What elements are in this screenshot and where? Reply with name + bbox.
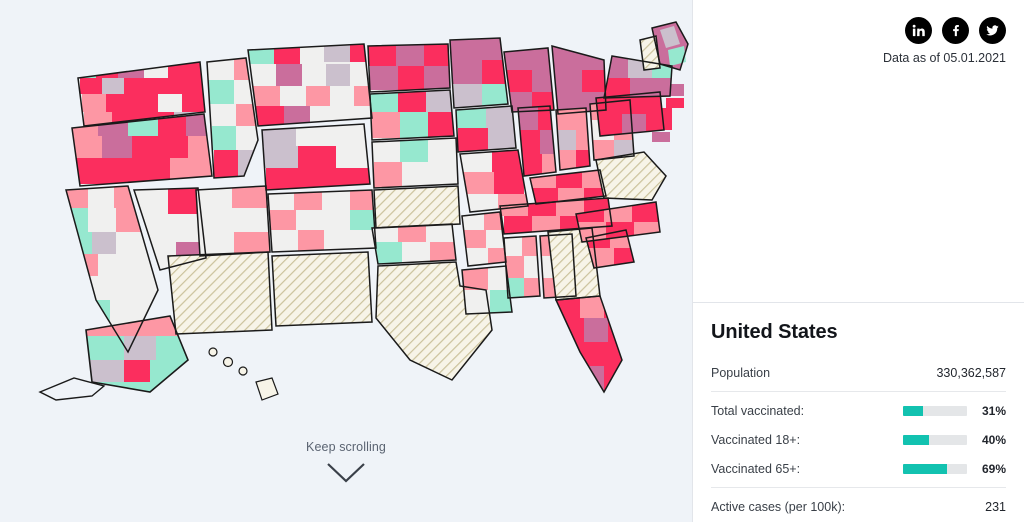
keep-scrolling-cue[interactable]: Keep scrolling [0, 440, 692, 486]
stat-row-total-vaccinated: Total vaccinated: 31% [711, 396, 1006, 425]
state-iowa[interactable] [454, 104, 518, 154]
vaccinated-65plus-percent: 69% [981, 461, 1006, 476]
state-wyoming[interactable] [260, 122, 374, 192]
linkedin-icon[interactable] [905, 17, 932, 44]
map-svg[interactable] [0, 0, 692, 430]
vaccinated-18plus-bar-track [903, 434, 967, 445]
covid-vaccination-map-app: Keep scrolling Data as of 05.01.2021 Uni… [0, 0, 1024, 522]
vaccinated-18plus-percent: 40% [981, 432, 1006, 447]
vaccinated-65plus-bar-fill [903, 463, 948, 474]
total-vaccinated-bar-track [903, 405, 967, 416]
stats-section: United States Population 330,362,587 Tot… [693, 303, 1024, 522]
vaccinated-65plus-bar-track [903, 463, 967, 474]
stat-row-population: Population 330,362,587 [711, 358, 1006, 387]
stats-divider-1 [711, 391, 1006, 392]
state-north-dakota[interactable] [366, 42, 452, 94]
state-new-mexico-no-data[interactable] [268, 248, 376, 330]
data-as-of-label: Data as of 05.01.2021 [882, 51, 1006, 65]
controls-section: Data as of 05.01.2021 State All States S… [693, 0, 1024, 303]
active-cases-value: 231 [985, 499, 1006, 514]
us-choropleth-map[interactable] [0, 0, 692, 430]
stats-title: United States [711, 321, 838, 343]
side-panel: Data as of 05.01.2021 State All States S… [692, 0, 1024, 522]
twitter-icon[interactable] [979, 17, 1006, 44]
state-oklahoma[interactable] [370, 222, 460, 266]
state-colorado[interactable] [266, 188, 378, 254]
total-vaccinated-percent: 31% [981, 403, 1006, 418]
chevron-down-icon[interactable] [324, 460, 368, 486]
state-arizona-no-data[interactable] [164, 248, 276, 338]
stat-row-vaccinated-65plus: Vaccinated 65+: 69% [711, 454, 1006, 483]
stat-row-vaccinated-18plus: Vaccinated 18+: 40% [711, 425, 1006, 454]
stat-row-active-cases: Active cases (per 100k): 231 [711, 492, 1006, 521]
total-vaccinated-bar-fill [903, 405, 923, 416]
state-south-dakota[interactable] [368, 88, 456, 142]
vaccinated-18plus-label: Vaccinated 18+: [711, 432, 801, 447]
state-utah[interactable] [194, 184, 272, 256]
vaccinated-18plus-bar-wrap: 40% [903, 433, 1006, 447]
total-vaccinated-label: Total vaccinated: [711, 403, 805, 418]
keep-scrolling-label: Keep scrolling [306, 440, 386, 454]
vaccinated-65plus-bar-wrap: 69% [903, 462, 1006, 476]
total-vaccinated-bar-wrap: 31% [903, 404, 1006, 418]
vaccinated-18plus-bar-fill [903, 434, 929, 445]
vaccinated-65plus-label: Vaccinated 65+: [711, 461, 801, 476]
facebook-icon[interactable] [942, 17, 969, 44]
population-label: Population [711, 365, 771, 380]
population-value: 330,362,587 [936, 365, 1006, 380]
social-share-row [905, 17, 1006, 44]
active-cases-label: Active cases (per 100k): [711, 499, 846, 514]
stats-divider-2 [711, 487, 1006, 488]
state-montana[interactable] [246, 42, 378, 130]
state-kansas-no-data[interactable] [370, 184, 464, 230]
map-panel: Keep scrolling [0, 0, 692, 522]
state-nebraska[interactable] [370, 136, 460, 190]
